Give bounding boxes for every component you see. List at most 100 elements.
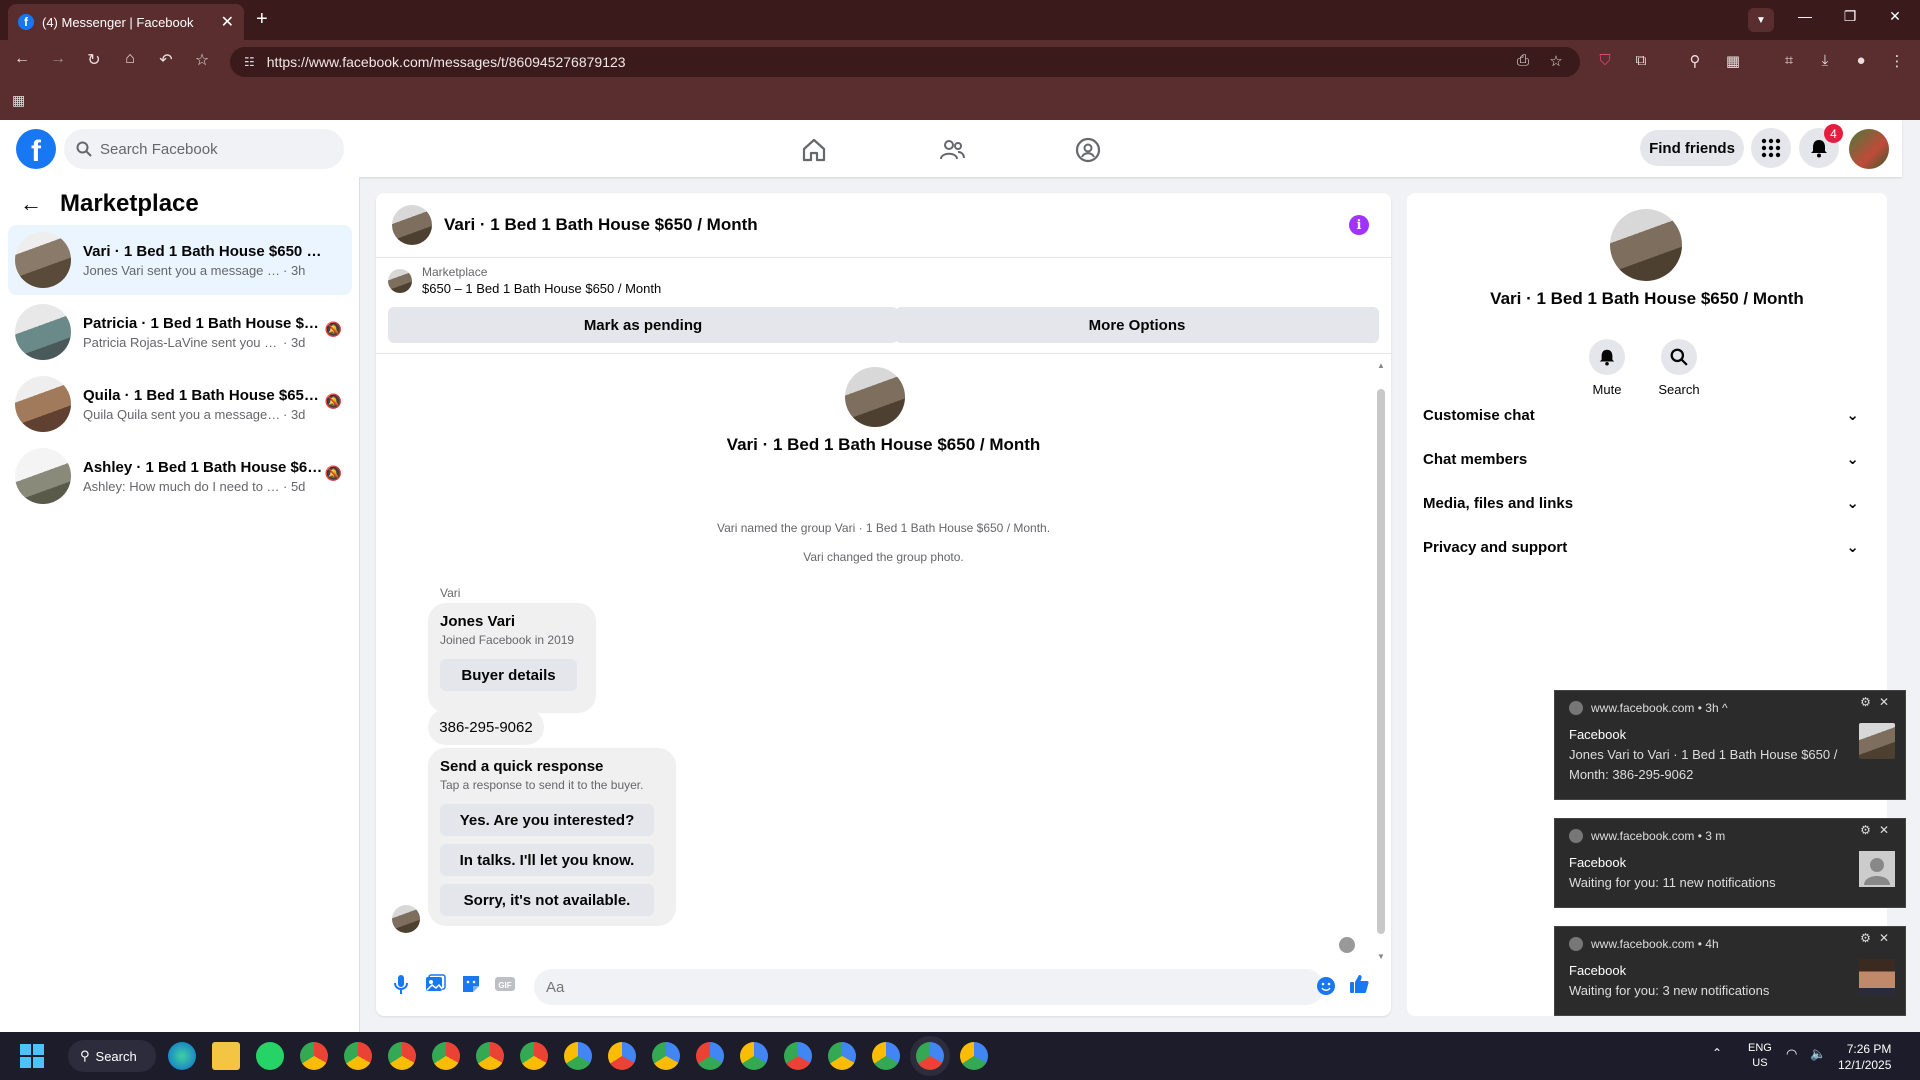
qr-icon[interactable]: ▦ [1722,52,1744,70]
chrome-profile-icon[interactable] [520,1042,548,1070]
conversation-item[interactable]: Quila · 1 Bed 1 Bath House $650 ... Quil… [8,369,352,439]
notification-controls[interactable]: ⚙✕ [1860,695,1897,709]
taskbar-clock[interactable]: 7:26 PM 12/1/2025 [1838,1041,1891,1073]
chrome-profile-icon[interactable] [652,1042,680,1070]
more-options-button[interactable]: More Options [895,307,1379,343]
edge-icon[interactable] [168,1042,196,1070]
close-window-button[interactable]: ✕ [1875,8,1915,25]
close-icon[interactable]: ✕ [1879,823,1897,837]
chrome-profile-icon[interactable] [300,1042,328,1070]
close-tab-icon[interactable]: ✕ [221,12,234,32]
menu-grid-icon[interactable] [1751,128,1791,168]
tab-search-button[interactable]: ▼ [1748,8,1774,32]
quick-reply-button[interactable]: In talks. I'll let you know. [440,844,654,876]
privacy-support-section[interactable]: Privacy and support ⌄ [1423,525,1871,569]
info-icon[interactable]: i [1349,215,1369,235]
forward-icon[interactable]: → [46,50,70,68]
install-app-icon[interactable]: ⎙ [1512,52,1534,69]
media-files-links-section[interactable]: Media, files and links ⌄ [1423,481,1871,525]
customise-chat-section[interactable]: Customise chat ⌄ [1423,393,1871,437]
menu-icon[interactable]: ⋮ [1886,52,1908,70]
chrome-profile-icon[interactable] [872,1042,900,1070]
notification-controls[interactable]: ⚙✕ [1860,931,1897,945]
file-explorer-icon[interactable] [212,1042,240,1070]
message-input[interactable] [534,969,1324,1005]
scroll-up-icon[interactable]: ▲ [1377,361,1385,370]
chrome-profile-icon[interactable] [432,1042,460,1070]
emoji-icon[interactable] [1316,976,1336,996]
wifi-icon[interactable]: ◠ [1786,1046,1797,1062]
microphone-icon[interactable] [390,973,412,995]
mute-button[interactable]: Mute [1577,339,1637,397]
quick-reply-button[interactable]: Sorry, it's not available. [440,884,654,916]
desktop-notification[interactable]: www.facebook.com • 3h ^ ⚙✕ Facebook Jone… [1554,690,1906,800]
mark-as-pending-button[interactable]: Mark as pending [388,307,898,343]
new-tab-button[interactable]: + [256,8,268,31]
chrome-profile-active-icon[interactable] [916,1042,944,1070]
gear-icon[interactable]: ⚙ [1860,823,1879,837]
facebook-search-input[interactable]: Search Facebook [64,129,344,169]
whatsapp-icon[interactable] [256,1042,284,1070]
tray-overflow-icon[interactable]: ⌃ [1712,1046,1722,1060]
scroll-down-icon[interactable]: ▼ [1377,952,1385,961]
download-icon[interactable]: ⤓ [1814,52,1836,69]
scroll-thumb[interactable] [1377,389,1385,934]
back-arrow-icon[interactable]: ← [20,191,42,217]
windows-start-icon[interactable] [20,1044,44,1068]
chrome-profile-icon[interactable] [608,1042,636,1070]
friends-nav-icon[interactable] [938,136,968,164]
search-conversation-button[interactable]: Search [1649,339,1709,397]
apps-grid-icon[interactable]: ▦ [12,92,25,109]
chat-title[interactable]: Vari · 1 Bed 1 Bath House $650 / Month [444,215,758,235]
browser-tab[interactable]: f (4) Messenger | Facebook ✕ [8,4,244,40]
gear-icon[interactable]: ⚙ [1860,931,1879,945]
restore-button[interactable]: ❐ [1830,8,1870,25]
chrome-profile-icon[interactable] [784,1042,812,1070]
gear-icon[interactable]: ⚙ [1860,695,1879,709]
conversation-item[interactable]: Patricia · 1 Bed 1 Bath House $65... Pat… [8,297,352,367]
chrome-profile-icon[interactable] [828,1042,856,1070]
extensions-icon[interactable]: ⧉ [1630,52,1652,69]
groups-nav-icon[interactable] [1074,136,1104,164]
chrome-profile-icon[interactable] [960,1042,988,1070]
conversation-item[interactable]: Ashley · 1 Bed 1 Bath House $65... Ashle… [8,441,352,511]
zoom-icon[interactable]: ⚲ [1684,52,1706,70]
chrome-profile-icon[interactable] [344,1042,372,1070]
notification-controls[interactable]: ⚙✕ [1860,823,1897,837]
undo-icon[interactable]: ↶ [154,50,178,70]
buyer-details-button[interactable]: Buyer details [440,659,577,691]
account-avatar[interactable] [1849,129,1889,169]
listing-summary[interactable]: Marketplace $650 – 1 Bed 1 Bath House $6… [388,265,661,296]
taskbar-search[interactable]: ⚲ Search [68,1040,156,1072]
chrome-profile-icon[interactable] [476,1042,504,1070]
chat-members-section[interactable]: Chat members ⌄ [1423,437,1871,481]
close-icon[interactable]: ✕ [1879,695,1897,709]
chrome-profile-icon[interactable] [388,1042,416,1070]
desktop-notification[interactable]: www.facebook.com • 3 m ⚙✕ Facebook Waiti… [1554,818,1906,908]
profile-icon[interactable]: ● [1850,52,1872,69]
gif-icon[interactable]: GIF [494,973,516,995]
back-icon[interactable]: ← [10,50,34,68]
photo-icon[interactable] [424,973,446,995]
chrome-profile-icon[interactable] [696,1042,724,1070]
shield-extension-icon[interactable]: ⛉ [1594,52,1616,69]
sticker-icon[interactable] [460,973,482,995]
reload-icon[interactable]: ↻ [82,50,106,70]
home-icon[interactable]: ⌂ [118,50,142,68]
facebook-logo[interactable]: f [16,129,56,169]
minimize-button[interactable]: — [1785,8,1825,24]
chrome-profile-icon[interactable] [740,1042,768,1070]
conversation-item[interactable]: Vari · 1 Bed 1 Bath House $650 / M... Jo… [8,225,352,295]
language-indicator[interactable]: ENG US [1748,1041,1772,1071]
volume-icon[interactable]: 🔈 [1810,1046,1826,1062]
like-thumb-icon[interactable] [1348,973,1370,995]
home-nav-icon[interactable] [800,136,830,164]
address-bar[interactable]: ☷ https://www.facebook.com/messages/t/86… [230,47,1580,77]
bookmark-star-icon[interactable]: ☆ [190,50,214,70]
crop-icon[interactable]: ⌗ [1778,52,1800,69]
bookmark-page-icon[interactable]: ☆ [1545,52,1567,70]
chat-avatar[interactable] [392,205,432,245]
desktop-notification[interactable]: www.facebook.com • 4h ⚙✕ Facebook Waitin… [1554,926,1906,1016]
site-info-icon[interactable]: ☷ [244,55,255,69]
find-friends-button[interactable]: Find friends [1640,130,1744,166]
